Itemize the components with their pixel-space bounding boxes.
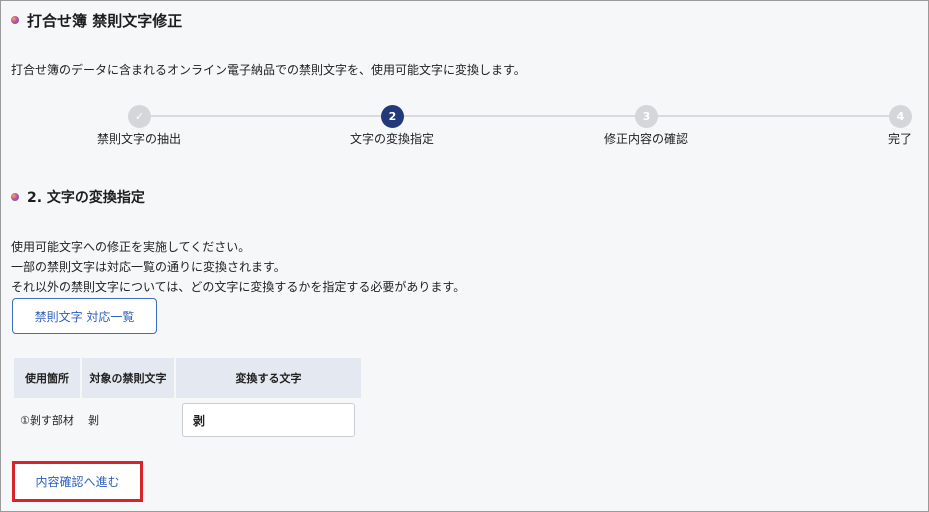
step-3-circle: 3 (635, 105, 658, 128)
page-title-text: 打合せ簿 禁則文字修正 (27, 11, 183, 30)
header-location: 使用箇所 (14, 358, 80, 398)
step-3-label: 修正内容の確認 (603, 132, 689, 146)
header-target-char: 対象の禁則文字 (82, 358, 174, 398)
section-description: 使用可能文字への修正を実施してください。 一部の禁則文字は対応一覧の通りに変換さ… (11, 237, 465, 297)
step-1-check-icon: ✓ (128, 105, 151, 128)
page-title: 打合せ簿 禁則文字修正 (11, 9, 182, 31)
table-header-row: 使用箇所 対象の禁則文字 変換する文字 (14, 358, 361, 398)
step-connector (647, 115, 901, 117)
desc-line: それ以外の禁則文字については、どの文字に変換するかを指定する必要があります。 (11, 280, 466, 294)
step-1-label: 禁則文字の抽出 (96, 132, 182, 146)
intro-text: 打合せ簿のデータに含まれるオンライン電子納品での禁則文字を、使用可能文字に変換し… (11, 63, 526, 77)
step-4-label: 完了 (887, 132, 913, 146)
step-connector (393, 115, 647, 117)
step-2-label: 文字の変換指定 (349, 132, 435, 146)
forbidden-char-list-button[interactable]: 禁則文字 対応一覧 (12, 298, 157, 334)
step-4-circle: 4 (889, 105, 912, 128)
section-title-text: 2. 文字の変換指定 (27, 190, 145, 206)
proceed-to-confirm-button[interactable]: 内容確認へ進む (15, 464, 140, 499)
header-converted-char: 変換する文字 (176, 358, 361, 398)
desc-line: 使用可能文字への修正を実施してください。 (11, 240, 251, 254)
section-title: 2. 文字の変換指定 (11, 187, 145, 207)
cell-converted (176, 398, 361, 442)
cell-target-char: 剝 (88, 414, 99, 427)
table-row: ①剝す部材 剝 (14, 398, 361, 442)
converted-char-input[interactable] (182, 403, 355, 437)
step-connector (139, 115, 393, 117)
bullet-icon (11, 193, 19, 201)
step-2-circle: 2 (381, 105, 404, 128)
conversion-table: 使用箇所 対象の禁則文字 変換する文字 ①剝す部材 剝 (12, 358, 363, 442)
desc-line: 一部の禁則文字は対応一覧の通りに変換されます。 (11, 260, 286, 274)
stepper: ✓ 2 3 4 禁則文字の抽出 文字の変換指定 修正内容の確認 完了 (1, 105, 929, 149)
cell-location: ①剝す部材 (20, 414, 74, 427)
bullet-icon (11, 16, 19, 24)
